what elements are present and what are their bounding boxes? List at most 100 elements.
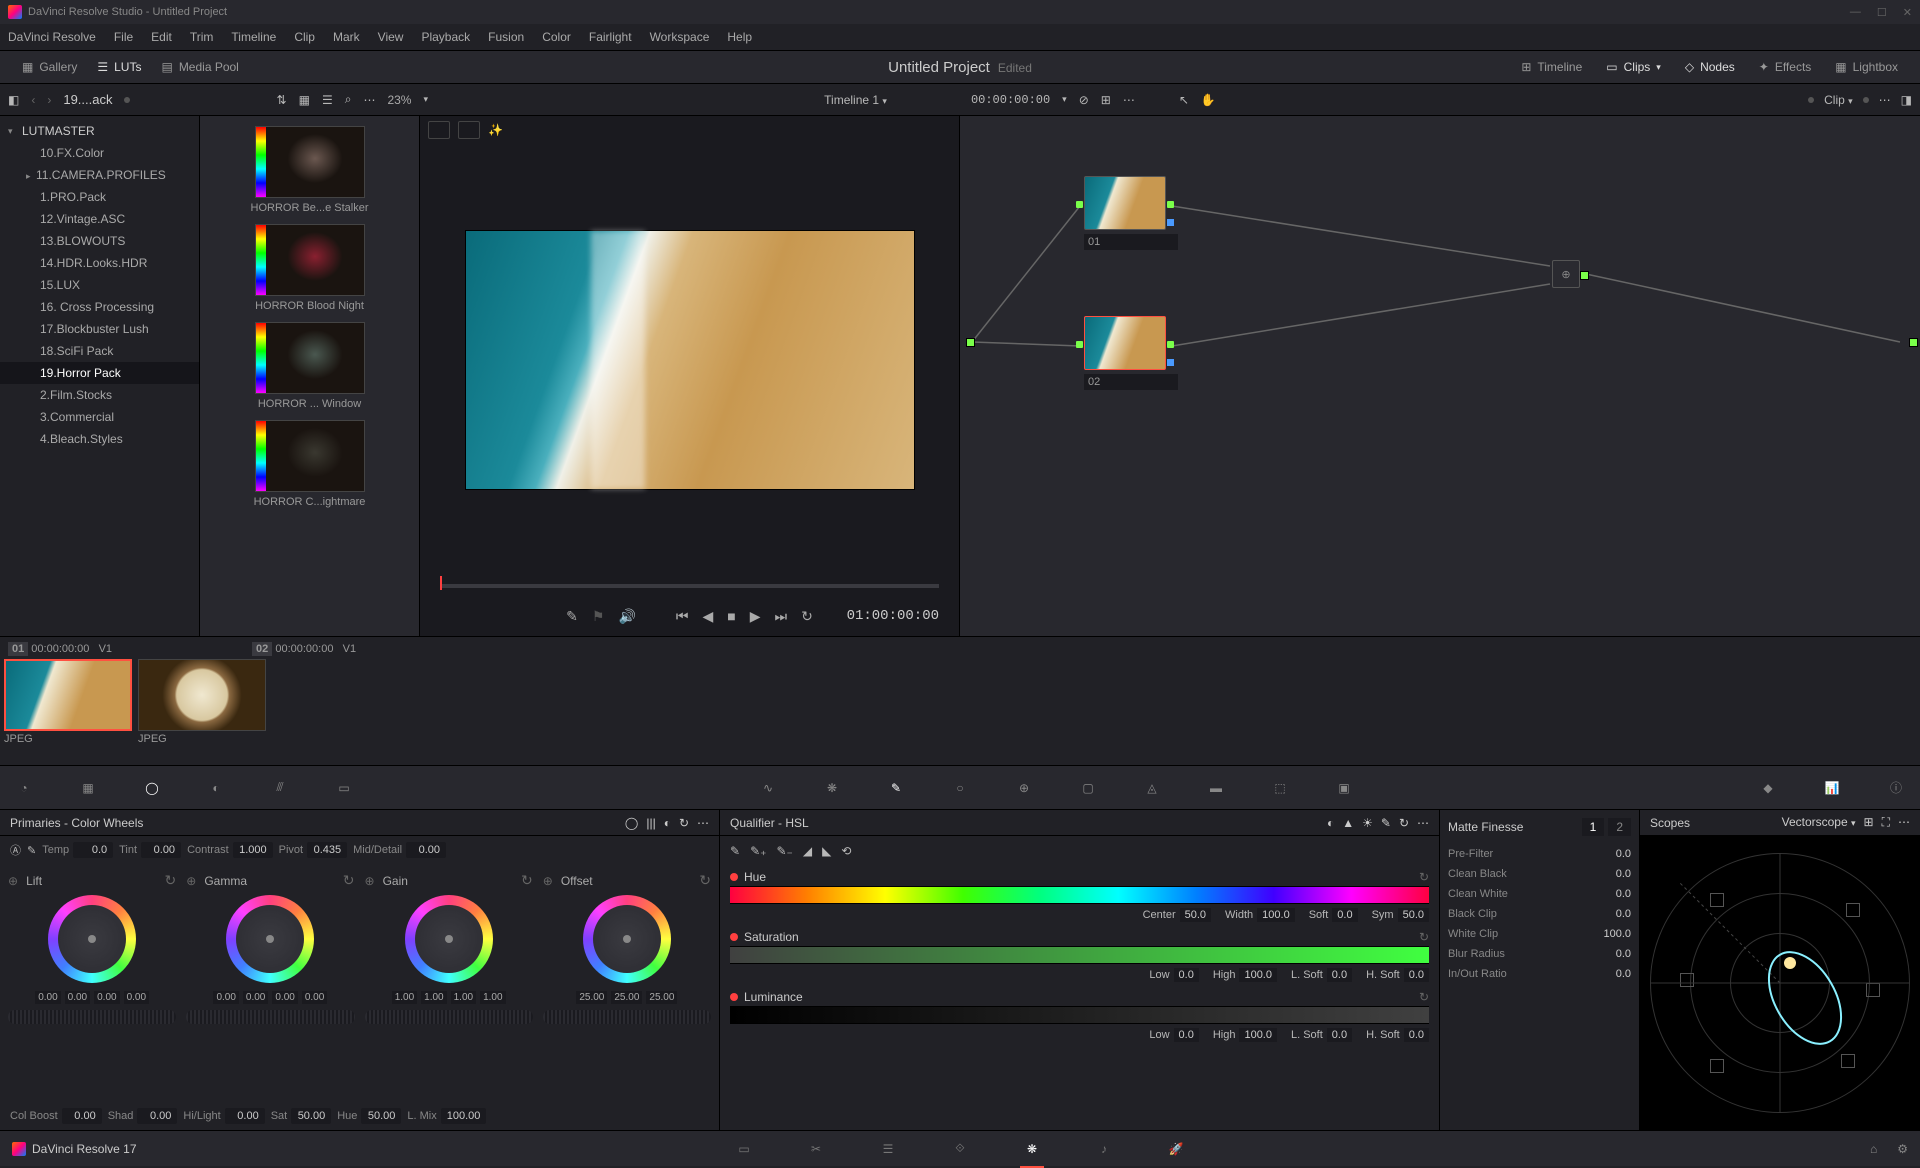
- hue-soft-field[interactable]: Soft0.0: [1309, 908, 1358, 922]
- lift-wheel[interactable]: ⊕Lift↻0.000.000.000.00: [8, 872, 176, 1094]
- tree-item[interactable]: 16. Cross Processing: [0, 296, 199, 318]
- hue-width-field[interactable]: Width100.0: [1225, 908, 1295, 922]
- fusion-page-icon[interactable]: ⟐: [949, 1138, 971, 1160]
- node-panel-toggle-icon[interactable]: ◨: [1901, 93, 1912, 107]
- loop-icon[interactable]: ↻: [801, 608, 813, 625]
- tree-item[interactable]: 12.Vintage.ASC: [0, 208, 199, 230]
- menu-playback[interactable]: Playback: [421, 30, 470, 44]
- mute-icon[interactable]: 🔊: [618, 608, 635, 625]
- scopes-icon[interactable]: 📊: [1820, 776, 1844, 800]
- primaries-bars-icon[interactable]: |||: [646, 816, 655, 830]
- viewer-scrubber[interactable]: [420, 576, 959, 596]
- lum-range-bar[interactable]: [730, 1006, 1429, 1024]
- magic-mask-icon[interactable]: ▢: [1076, 776, 1100, 800]
- node-01[interactable]: 01: [1084, 176, 1178, 250]
- zoom-level[interactable]: 23%: [387, 93, 411, 107]
- middetail-field[interactable]: Mid/Detail0.00: [353, 842, 446, 858]
- menu-timeline[interactable]: Timeline: [231, 30, 276, 44]
- keyframes-icon[interactable]: ◆: [1756, 776, 1780, 800]
- hilight-field[interactable]: Hi/Light0.00: [183, 1108, 264, 1124]
- invert-icon[interactable]: ⟲: [841, 844, 851, 858]
- matte-param[interactable]: Pre-Filter0.0: [1448, 844, 1631, 864]
- feather-sub-icon[interactable]: ◣: [822, 844, 831, 858]
- lut-thumb[interactable]: HORROR Be...e Stalker: [210, 126, 409, 214]
- picker-icon[interactable]: ✎: [730, 844, 740, 858]
- matte-param[interactable]: Clean Black0.0: [1448, 864, 1631, 884]
- menu-workspace[interactable]: Workspace: [650, 30, 710, 44]
- window-icon[interactable]: ○: [948, 776, 972, 800]
- picker-sub-icon[interactable]: ✎₋: [776, 844, 792, 858]
- split-view-icon[interactable]: ⊞: [1101, 93, 1111, 107]
- scope-expand-icon[interactable]: ⛶: [1882, 815, 1890, 830]
- hue-sym-field[interactable]: Sym50.0: [1372, 908, 1429, 922]
- lmix-field[interactable]: L. Mix100.00: [407, 1108, 486, 1124]
- temp-field[interactable]: Temp0.0: [42, 842, 113, 858]
- qual-hsl-icon[interactable]: ◐: [1327, 816, 1334, 830]
- viewer-timecode[interactable]: 00:00:00:00: [971, 93, 1050, 107]
- shad-field[interactable]: Shad0.00: [108, 1108, 178, 1124]
- lum-lsoft-field[interactable]: L. Soft0.0: [1291, 1028, 1352, 1042]
- wand-icon[interactable]: ✨: [488, 123, 503, 137]
- edit-page-icon[interactable]: ☰: [877, 1138, 899, 1160]
- deliver-page-icon[interactable]: 🚀: [1165, 1138, 1187, 1160]
- qual-reset-icon[interactable]: ↻: [1399, 816, 1409, 830]
- tree-item[interactable]: 13.BLOWOUTS: [0, 230, 199, 252]
- hue-reset-icon[interactable]: ↻: [1419, 870, 1429, 884]
- menu-mark[interactable]: Mark: [333, 30, 360, 44]
- next-frame-icon[interactable]: ⏭: [775, 608, 788, 625]
- matte-param[interactable]: White Clip100.0: [1448, 924, 1631, 944]
- menu-file[interactable]: File: [114, 30, 133, 44]
- sat-high-field[interactable]: High100.0: [1213, 968, 1277, 982]
- window-minimize-icon[interactable]: —: [1850, 6, 1861, 19]
- media-pool-button[interactable]: ▤Media Pool: [151, 56, 248, 78]
- pointer-tool-icon[interactable]: ↖: [1179, 93, 1189, 107]
- gallery-button[interactable]: ▦Gallery: [12, 56, 87, 78]
- contrast-field[interactable]: Contrast1.000: [187, 842, 273, 858]
- menu-trim[interactable]: Trim: [190, 30, 214, 44]
- lut-thumb[interactable]: HORROR C...ightmare: [210, 420, 409, 508]
- matte-param[interactable]: Blur Radius0.0: [1448, 944, 1631, 964]
- offset-wheel[interactable]: ⊕Offset↻25.0025.0025.00: [543, 872, 711, 1094]
- gamma-wheel[interactable]: ⊕Gamma↻0.000.000.000.00: [186, 872, 354, 1094]
- scope-layout-icon[interactable]: ⊞: [1864, 815, 1874, 830]
- info-icon[interactable]: ⓘ: [1884, 776, 1908, 800]
- tree-item[interactable]: 14.HDR.Looks.HDR: [0, 252, 199, 274]
- first-frame-icon[interactable]: ⏮: [676, 608, 689, 625]
- qual-more-icon[interactable]: ⋯: [1417, 816, 1429, 830]
- pick-color-icon[interactable]: ✎: [566, 608, 578, 625]
- tree-item[interactable]: 3.Commercial: [0, 406, 199, 428]
- media-page-icon[interactable]: ▭: [733, 1138, 755, 1160]
- clips-button[interactable]: ▭Clips▾: [1596, 56, 1671, 78]
- luts-button[interactable]: ☰LUTs: [87, 56, 151, 78]
- lum-low-field[interactable]: Low0.0: [1149, 1028, 1198, 1042]
- menu-color[interactable]: Color: [542, 30, 571, 44]
- rgb-mixer-icon[interactable]: ⫻: [268, 776, 292, 800]
- nav-back-icon[interactable]: ‹: [31, 93, 35, 107]
- node-source[interactable]: [966, 338, 975, 347]
- search-icon[interactable]: ⌕: [345, 92, 352, 107]
- tree-item[interactable]: 18.SciFi Pack: [0, 340, 199, 362]
- mixer-node[interactable]: ⊕: [1552, 260, 1580, 288]
- scope-type-dropdown[interactable]: Vectorscope ▾: [1782, 815, 1856, 830]
- hue-range-bar[interactable]: [730, 886, 1429, 904]
- sizing-icon[interactable]: ⬚: [1268, 776, 1292, 800]
- timeline-button[interactable]: ⊞Timeline: [1511, 56, 1592, 78]
- menu-edit[interactable]: Edit: [151, 30, 172, 44]
- matte-param[interactable]: Clean White0.0: [1448, 884, 1631, 904]
- hue-field[interactable]: Hue50.00: [337, 1108, 401, 1124]
- pick-white-icon[interactable]: ✎: [27, 844, 36, 857]
- tree-item[interactable]: 10.FX.Color: [0, 142, 199, 164]
- viewer-image[interactable]: [465, 230, 915, 490]
- cut-page-icon[interactable]: ✂: [805, 1138, 827, 1160]
- matte-param[interactable]: In/Out Ratio0.0: [1448, 964, 1631, 984]
- hand-tool-icon[interactable]: ✋: [1201, 93, 1216, 107]
- colboost-field[interactable]: Col Boost0.00: [10, 1108, 102, 1124]
- node-output[interactable]: [1909, 338, 1918, 347]
- blur-icon[interactable]: ◬: [1140, 776, 1164, 800]
- clip-thumb[interactable]: JPEG: [138, 659, 266, 745]
- qualifier-icon[interactable]: ✎: [884, 776, 908, 800]
- settings-icon[interactable]: ⚙: [1897, 1142, 1908, 1156]
- fairlight-page-icon[interactable]: ♪: [1093, 1138, 1115, 1160]
- prev-frame-icon[interactable]: ◀: [702, 608, 713, 625]
- menu-fusion[interactable]: Fusion: [488, 30, 524, 44]
